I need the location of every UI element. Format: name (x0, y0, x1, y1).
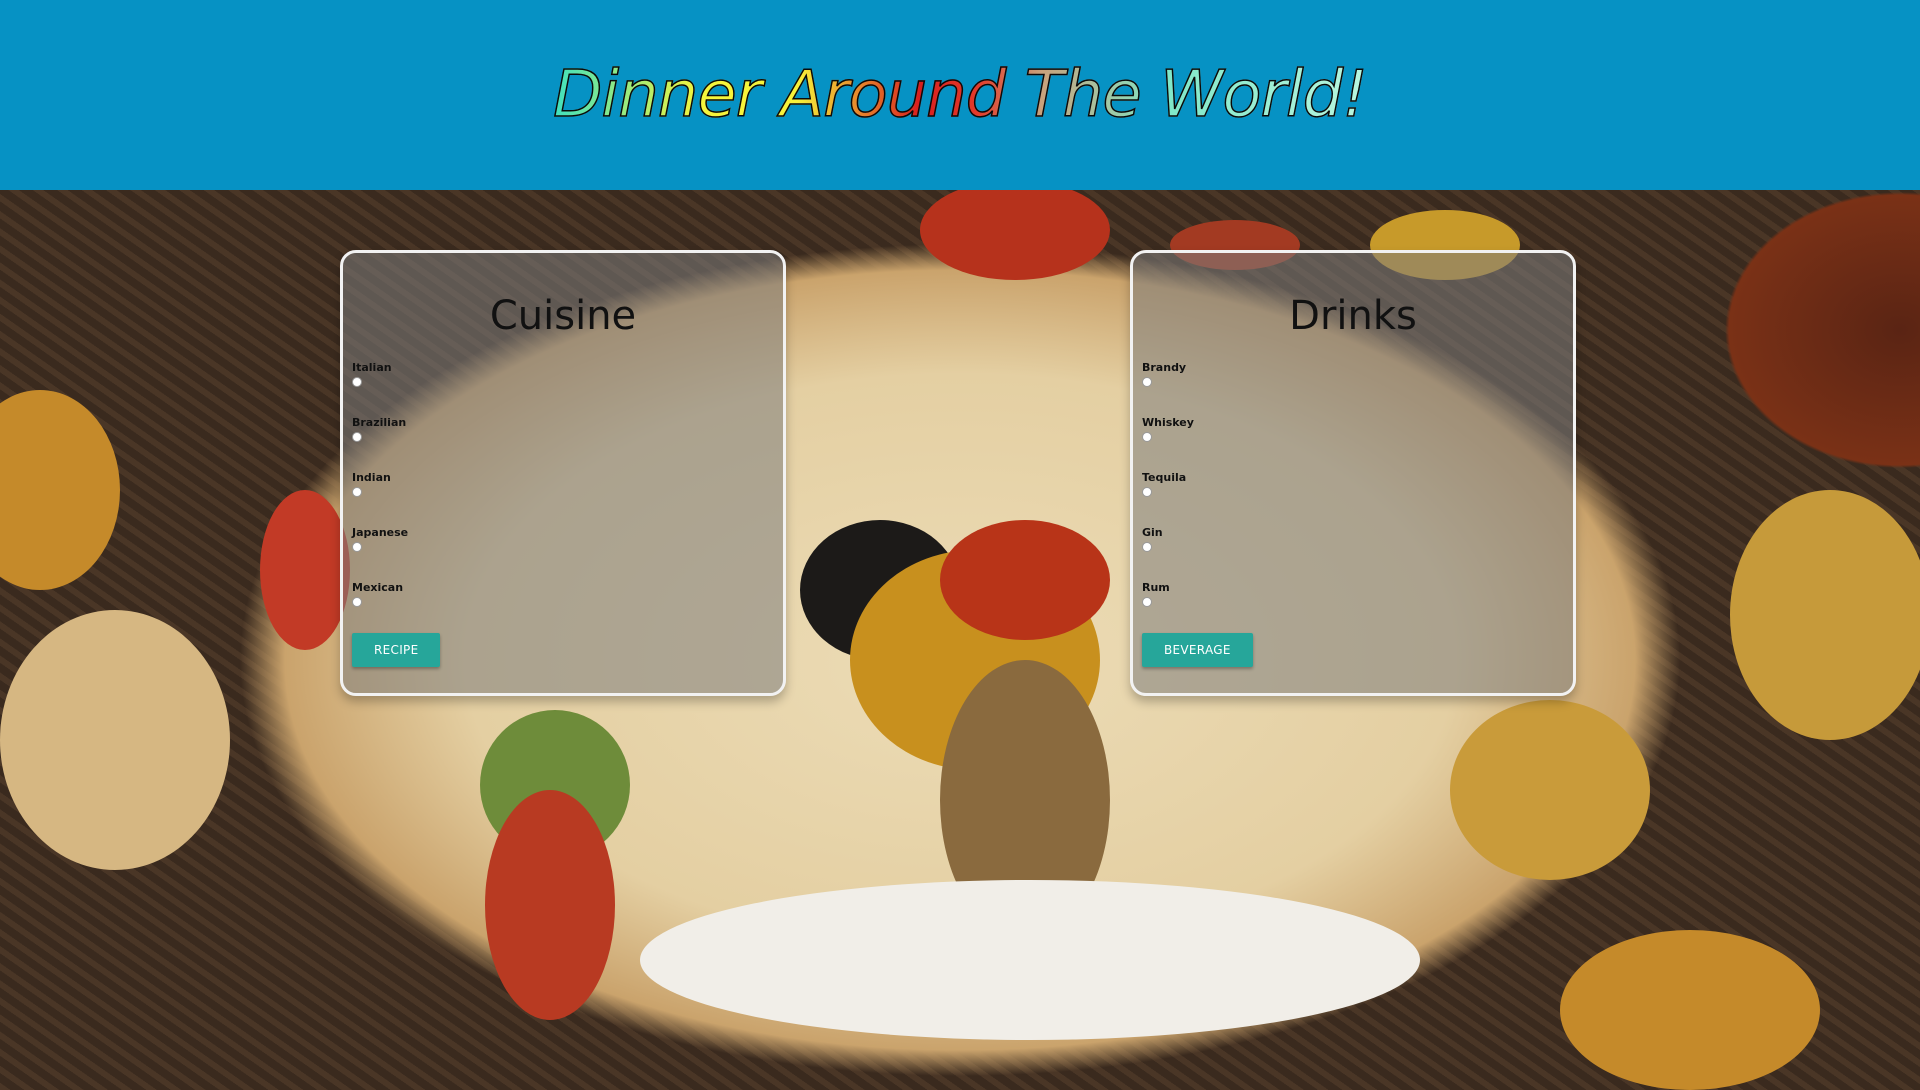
page-header: Dinner Around The World! (0, 0, 1920, 190)
recipe-button[interactable]: RECIPE (352, 633, 441, 667)
radio-label: Brazilian (352, 416, 407, 429)
cuisine-option-indian: Indian (352, 471, 408, 526)
cuisine-option-italian: Italian (352, 361, 408, 416)
radio-label: Italian (352, 361, 392, 374)
drinks-option-rum: Rum (1142, 581, 1194, 636)
spice-world-map-background (0, 190, 1920, 1090)
radio-label: Indian (352, 471, 391, 484)
drinks-option-tequila: Tequila (1142, 471, 1194, 526)
radio-button[interactable] (352, 487, 362, 497)
cuisine-option-brazilian: Brazilian (352, 416, 408, 471)
radio-label: Rum (1142, 581, 1170, 594)
drinks-option-brandy: Brandy (1142, 361, 1194, 416)
radio-label: Whiskey (1142, 416, 1194, 429)
radio-button[interactable] (1142, 377, 1152, 387)
radio-label: Japanese (352, 526, 409, 539)
cuisine-card: Cuisine Italian Brazilian Indian Japanes… (340, 250, 786, 696)
radio-button[interactable] (352, 432, 362, 442)
radio-label: Gin (1142, 526, 1163, 539)
radio-label: Mexican (352, 581, 404, 594)
cuisine-option-mexican: Mexican (352, 581, 408, 636)
radio-button[interactable] (1142, 597, 1152, 607)
drinks-option-gin: Gin (1142, 526, 1194, 581)
cuisine-options: Italian Brazilian Indian Japanese Mexica… (352, 361, 408, 636)
radio-label: Brandy (1142, 361, 1187, 374)
page-title: Dinner Around The World! (552, 57, 1368, 133)
cuisine-heading: Cuisine (489, 293, 637, 339)
drinks-option-whiskey: Whiskey (1142, 416, 1194, 471)
drinks-heading: Drinks (1289, 293, 1417, 339)
drinks-card: Drinks Brandy Whiskey Tequila Gin Rum BE… (1130, 250, 1576, 696)
radio-button[interactable] (352, 597, 362, 607)
beverage-button[interactable]: BEVERAGE (1142, 633, 1253, 667)
radio-button[interactable] (1142, 432, 1152, 442)
radio-button[interactable] (1142, 542, 1152, 552)
radio-button[interactable] (352, 542, 362, 552)
cuisine-option-japanese: Japanese (352, 526, 408, 581)
radio-button[interactable] (352, 377, 362, 387)
radio-button[interactable] (1142, 487, 1152, 497)
drinks-options: Brandy Whiskey Tequila Gin Rum (1142, 361, 1194, 636)
radio-label: Tequila (1142, 471, 1187, 484)
